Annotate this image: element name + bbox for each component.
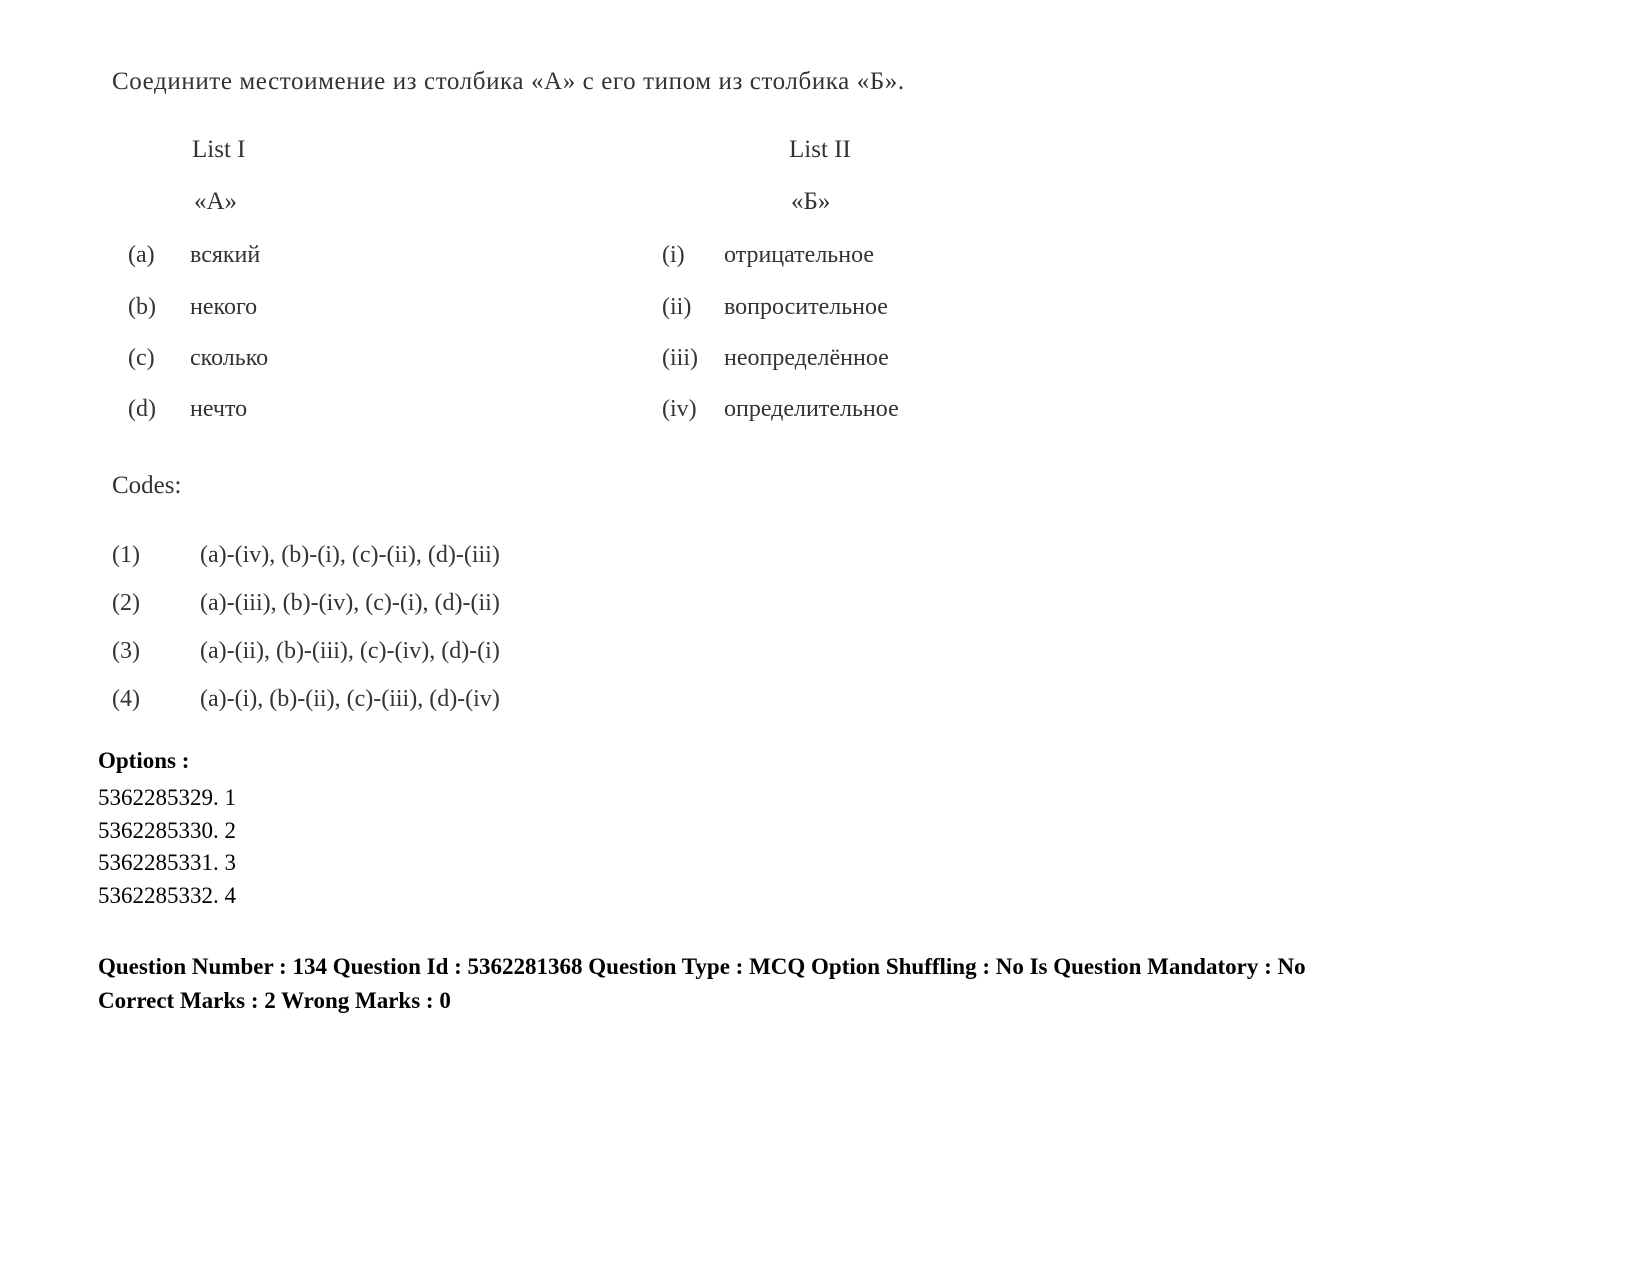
list-two-heading: List II (789, 136, 851, 163)
list-two-item: (iii) неопределённое (662, 345, 889, 372)
list-two-item-mark: (iii) (662, 345, 698, 371)
list-two-item: (ii) вопросительное (662, 294, 888, 321)
list-one-heading: List I (192, 136, 246, 163)
code-option-row: (4) (a)-(i), (b)-(ii), (c)-(iii), (d)-(iv… (112, 686, 500, 713)
list-one-item-mark: (b) (128, 294, 156, 320)
list-one-item-label: всякий (190, 242, 261, 268)
list-two-item-mark: (i) (662, 242, 685, 268)
metadata-line-primary: Question Number : 134 Question Id : 5362… (98, 954, 1306, 979)
list-one-item-label: сколько (190, 345, 269, 371)
list-one-item: (a) всякий (128, 242, 260, 269)
metadata-line-marks: Correct Marks : 2 Wrong Marks : 0 (98, 988, 451, 1014)
list-one-item: (c) сколько (128, 345, 268, 372)
options-heading: Options : (98, 748, 190, 773)
code-option-number: (4) (112, 686, 140, 712)
list-one-item-mark: (c) (128, 345, 155, 371)
question-metadata: Question Number : 134 Question Id : 5362… (98, 950, 1578, 1018)
code-option-text: (a)-(i), (b)-(ii), (c)-(iii), (d)-(iv) (200, 686, 500, 712)
code-option-number: (1) (112, 542, 140, 568)
list-one-item-mark: (a) (128, 242, 155, 268)
codes-label: Codes: (112, 472, 182, 499)
list-two-item-mark: (ii) (662, 294, 692, 320)
code-option-row: (2) (a)-(iii), (b)-(iv), (c)-(i), (d)-(ii… (112, 590, 500, 617)
code-option-number: (2) (112, 590, 140, 616)
list-two-item: (iv) определительное (662, 396, 899, 423)
list-two-subheading: «Б» (791, 188, 831, 215)
code-option-number: (3) (112, 638, 140, 664)
list-one-subheading: «А» (194, 188, 238, 215)
list-two-item: (i) отрицательное (662, 242, 874, 269)
list-one-item-label: нечто (190, 396, 248, 422)
code-option-text: (a)-(iii), (b)-(iv), (c)-(i), (d)-(ii) (200, 590, 500, 616)
list-two-item-label: отрицательное (724, 242, 875, 268)
option-entry: 5362285331. 3 (98, 850, 236, 876)
code-option-row: (3) (a)-(ii), (b)-(iii), (c)-(iv), (d)-(i… (112, 638, 500, 665)
list-one-item: (d) нечто (128, 396, 247, 423)
question-page: Соедините местоимение из столбика «А» с … (0, 0, 1650, 1275)
option-entry: 5362285330. 2 (98, 817, 236, 843)
code-option-text: (a)-(iv), (b)-(i), (c)-(ii), (d)-(iii) (200, 542, 500, 568)
list-one-item-mark: (d) (128, 396, 156, 422)
option-entry: 5362285332. 4 (98, 883, 236, 909)
list-two-item-label: неопределённое (724, 345, 889, 371)
option-entry: 5362285329. 1 (98, 785, 236, 811)
code-option-text: (a)-(ii), (b)-(iii), (c)-(iv), (d)-(i) (200, 638, 500, 664)
list-two-item-label: определительное (724, 396, 899, 422)
list-two-item-label: вопросительное (724, 294, 888, 320)
options-section: Options : 5362285329. 1 5362285330. 2 53… (98, 745, 1578, 913)
question-prompt: Соедините местоимение из столбика «А» с … (112, 68, 905, 95)
list-one-item-label: некого (190, 294, 258, 320)
list-one-item: (b) некого (128, 294, 257, 321)
list-two-item-mark: (iv) (662, 396, 697, 422)
code-option-row: (1) (a)-(iv), (b)-(i), (c)-(ii), (d)-(iii… (112, 542, 500, 569)
